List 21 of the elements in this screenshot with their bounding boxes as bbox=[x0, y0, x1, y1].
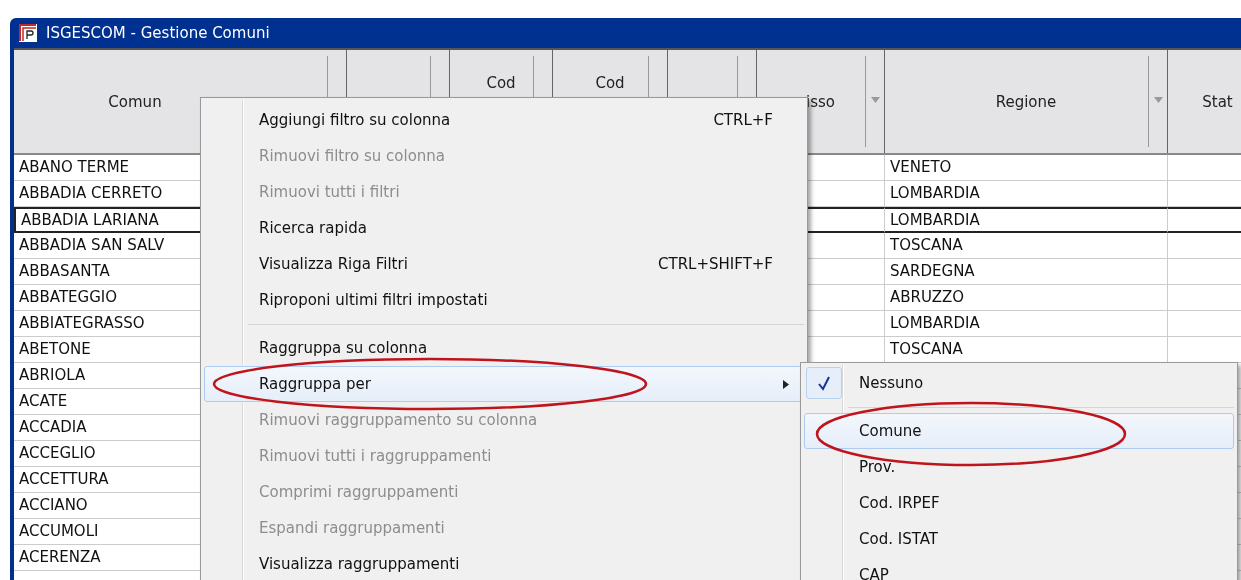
menu-item[interactable]: Cod. IRPEF bbox=[804, 485, 1234, 521]
dropdown-arrow-icon[interactable] bbox=[871, 97, 880, 103]
table-cell: TOSCANA bbox=[885, 233, 1168, 259]
window-title: ISGESCOM - Gestione Comuni bbox=[46, 24, 270, 42]
table-cell: LOMBARDIA bbox=[885, 311, 1168, 337]
column-header[interactable]: Stat bbox=[1168, 50, 1241, 153]
dropdown-arrow-icon[interactable] bbox=[1154, 97, 1163, 103]
table-cell: VENETO bbox=[885, 155, 1168, 181]
table-cell: SARDEGNA bbox=[885, 259, 1168, 285]
table-cell: LOMBARDIA bbox=[885, 207, 1168, 233]
app-icon bbox=[18, 23, 38, 43]
menu-item[interactable]: CAP bbox=[804, 557, 1234, 580]
submenu-arrow-icon bbox=[783, 380, 789, 389]
check-icon bbox=[806, 367, 842, 399]
column-header[interactable]: Regione bbox=[885, 50, 1168, 153]
table-cell: LOMBARDIA bbox=[885, 181, 1168, 207]
table-cell: ABRUZZO bbox=[885, 285, 1168, 311]
menu-item[interactable]: Prov. bbox=[804, 449, 1234, 485]
menu-item[interactable]: Comune bbox=[804, 413, 1234, 449]
menu-item[interactable]: Cod. ISTAT bbox=[804, 521, 1234, 557]
menu-item[interactable]: Nessuno bbox=[804, 365, 1234, 401]
